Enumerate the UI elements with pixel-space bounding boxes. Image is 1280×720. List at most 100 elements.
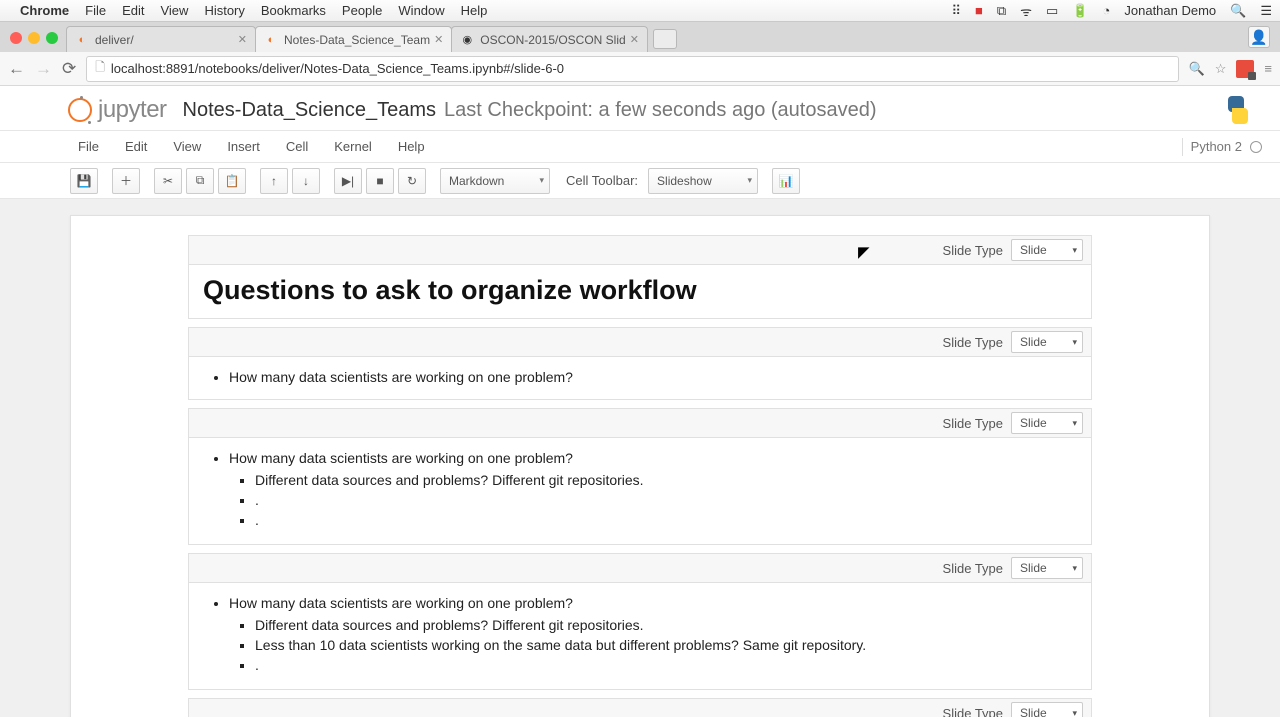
screen-icon[interactable]: ⧉ <box>997 3 1006 19</box>
address-bar[interactable]: 🗋 localhost:8891/notebooks/deliver/Notes… <box>86 56 1178 82</box>
close-window-icon[interactable] <box>10 32 22 44</box>
slideshow-button[interactable]: 📊 <box>772 168 800 194</box>
cell-q4[interactable]: Slide Type Slide <box>79 697 1201 717</box>
slide-toolbar: Slide Type Slide <box>188 235 1092 265</box>
user-name[interactable]: Jonathan Demo <box>1124 3 1216 18</box>
extension-icon[interactable] <box>1236 60 1254 78</box>
jp-menu-kernel[interactable]: Kernel <box>334 139 372 154</box>
tab-deliver[interactable]: ◐ deliver/ ✕ <box>66 26 256 52</box>
display-icon[interactable]: ▭ <box>1046 3 1058 19</box>
status-icon[interactable]: ■ <box>975 3 983 18</box>
restart-button[interactable]: ↻ <box>398 168 426 194</box>
move-down-button[interactable]: ↓ <box>292 168 320 194</box>
interrupt-button[interactable]: ■ <box>366 168 394 194</box>
list-item: . <box>255 490 1077 510</box>
insert-cell-button[interactable]: ＋ <box>112 168 140 194</box>
dropbox-icon[interactable]: ⠿ <box>951 3 961 19</box>
jupyter-logo[interactable]: jupyter <box>68 96 167 124</box>
slide-type-select[interactable]: Slide <box>1011 412 1083 434</box>
forward-button[interactable]: → <box>35 59 52 79</box>
heading-text: Questions to ask to organize workflow <box>203 275 1077 306</box>
jp-menu-file[interactable]: File <box>78 139 99 154</box>
url-path: :8891/notebooks/deliver/Notes-Data_Scien… <box>162 61 564 76</box>
notifications-icon[interactable]: ☰ <box>1260 3 1272 19</box>
zoom-window-icon[interactable] <box>46 32 58 44</box>
bookmark-icon[interactable]: ☆ <box>1215 61 1227 77</box>
tab-oscon[interactable]: ◉ OSCON-2015/OSCON Slid ✕ <box>451 26 648 52</box>
cut-button[interactable]: ✂ <box>154 168 182 194</box>
kernel-name: Python 2 <box>1191 139 1242 154</box>
chrome-user-icon[interactable]: 👤 <box>1248 26 1270 48</box>
app-name[interactable]: Chrome <box>20 3 69 18</box>
slide-type-select[interactable]: Slide <box>1011 557 1083 579</box>
cell-toolbar-select[interactable]: Slideshow <box>648 168 758 194</box>
copy-button[interactable]: ⧉ <box>186 168 214 194</box>
kernel-logo <box>1224 96 1252 124</box>
close-tab-icon[interactable]: ✕ <box>630 33 639 46</box>
list-item: Different data sources and problems? Dif… <box>255 470 1077 490</box>
url-host: localhost <box>111 61 162 76</box>
slide-type-select[interactable]: Slide <box>1011 702 1083 717</box>
slide-toolbar: Slide Type Slide <box>188 327 1092 357</box>
slide-type-label: Slide Type <box>943 335 1003 350</box>
list-item: . <box>255 510 1077 530</box>
run-button[interactable]: ▶| <box>334 168 362 194</box>
new-tab-button[interactable] <box>653 29 677 49</box>
jp-menu-cell[interactable]: Cell <box>286 139 308 154</box>
move-up-button[interactable]: ↑ <box>260 168 288 194</box>
kernel-status-icon[interactable] <box>1250 141 1262 153</box>
menu-history[interactable]: History <box>204 3 244 18</box>
jp-menu-view[interactable]: View <box>173 139 201 154</box>
tab-notes-active[interactable]: ◐ Notes-Data_Science_Team ✕ <box>255 26 452 52</box>
jp-menu-help[interactable]: Help <box>398 139 425 154</box>
slide-type-label: Slide Type <box>943 561 1003 576</box>
list-item: How many data scientists are working on … <box>229 448 1077 532</box>
cell-type-select[interactable]: Markdown <box>440 168 550 194</box>
paste-button[interactable]: 📋 <box>218 168 246 194</box>
notebook-title[interactable]: Notes-Data_Science_Teams <box>183 99 436 122</box>
chrome-menu-icon[interactable]: ≡ <box>1264 61 1272 76</box>
jupyter-favicon-icon: ◐ <box>75 33 89 47</box>
wifi-icon[interactable]: ᯤ <box>1020 2 1032 20</box>
checkpoint-status: Last Checkpoint: a few seconds ago (auto… <box>444 99 876 122</box>
zoom-icon[interactable]: 🔍 <box>1189 61 1205 77</box>
clock-icon[interactable]: ◔ <box>1103 3 1111 18</box>
notebook-container: Slide Type Slide Questions to ask to org… <box>70 215 1210 717</box>
reload-button[interactable]: ⟳ <box>62 59 76 79</box>
cell-content: Questions to ask to organize workflow <box>188 265 1092 319</box>
list-item: How many data scientists are working on … <box>229 593 1077 677</box>
menu-edit[interactable]: Edit <box>122 3 144 18</box>
list-item: Different data sources and problems? Dif… <box>255 615 1077 635</box>
save-button[interactable]: 💾 <box>70 168 98 194</box>
battery-icon[interactable]: 🔋 <box>1072 3 1088 19</box>
jupyter-logo-icon <box>68 98 92 122</box>
slide-type-label: Slide Type <box>943 243 1003 258</box>
slide-type-select[interactable]: Slide <box>1011 239 1083 261</box>
cell-q3[interactable]: Slide Type Slide How many data scientist… <box>79 552 1201 691</box>
slide-type-select[interactable]: Slide <box>1011 331 1083 353</box>
jp-menu-edit[interactable]: Edit <box>125 139 147 154</box>
tab-title: OSCON-2015/OSCON Slid <box>480 33 625 47</box>
cell-q1[interactable]: Slide Type Slide How many data scientist… <box>79 326 1201 401</box>
cell-heading[interactable]: Slide Type Slide Questions to ask to org… <box>79 234 1201 320</box>
slide-toolbar: Slide Type Slide <box>188 408 1092 438</box>
jp-menu-insert[interactable]: Insert <box>227 139 260 154</box>
slide-toolbar: Slide Type Slide <box>188 553 1092 583</box>
menu-window[interactable]: Window <box>398 3 444 18</box>
spotlight-icon[interactable]: 🔍 <box>1230 3 1246 19</box>
menu-help[interactable]: Help <box>461 3 488 18</box>
slide-type-label: Slide Type <box>943 706 1003 718</box>
menu-file[interactable]: File <box>85 3 106 18</box>
menu-bookmarks[interactable]: Bookmarks <box>261 3 326 18</box>
browser-tab-bar: ◐ deliver/ ✕ ◐ Notes-Data_Science_Team ✕… <box>0 22 1280 52</box>
close-tab-icon[interactable]: ✕ <box>434 33 443 46</box>
back-button[interactable]: ← <box>8 59 25 79</box>
menu-people[interactable]: People <box>342 3 382 18</box>
close-tab-icon[interactable]: ✕ <box>238 33 247 46</box>
cell-q2[interactable]: Slide Type Slide How many data scientist… <box>79 407 1201 546</box>
tab-title: Notes-Data_Science_Team <box>284 33 430 47</box>
list-item: How many data scientists are working on … <box>229 367 1077 387</box>
minimize-window-icon[interactable] <box>28 32 40 44</box>
menu-view[interactable]: View <box>160 3 188 18</box>
window-controls <box>6 32 66 52</box>
